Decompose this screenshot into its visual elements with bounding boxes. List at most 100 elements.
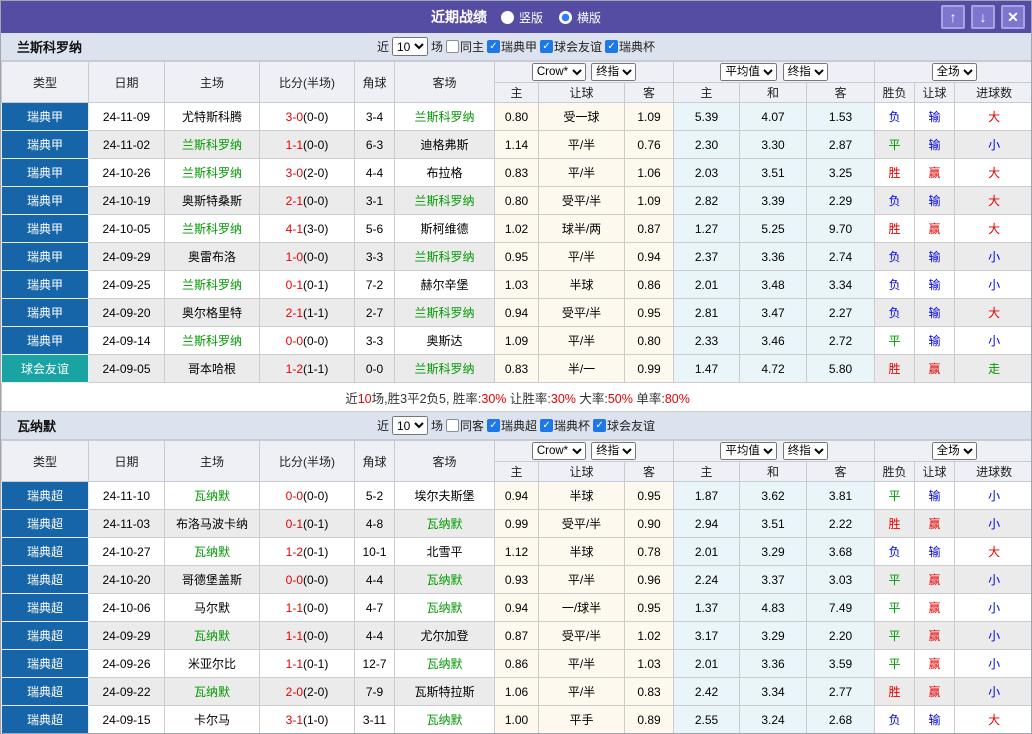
match-type-cell: 瑞典超 [2, 706, 89, 734]
match-row: 瑞典甲24-10-05兰斯科罗纳4-1(3-0)5-6斯柯维德1.02球半/两0… [2, 215, 1032, 243]
handicap-result-cell: 输 [915, 299, 955, 327]
col-avg-away: 客 [807, 83, 875, 103]
league-checkbox[interactable]: ✓球会友谊 [540, 38, 602, 55]
summary-stat-value: 30% [551, 392, 576, 406]
recent-results-panel: 近期战绩 竖版 横版 ↑ ↓ ✕ 兰斯科罗纳 近10场同主✓瑞典甲✓球会友谊✓瑞… [0, 0, 1032, 734]
col-avg-draw: 和 [740, 462, 807, 482]
odds-handicap-cell: 半球 [539, 482, 625, 510]
summary-stat-value: 10 [358, 392, 372, 406]
match-type-cell: 瑞典甲 [2, 299, 89, 327]
match-count-select[interactable]: 10 [392, 416, 428, 435]
match-row: 球会友谊24-09-05哥本哈根1-2(1-1)0-0兰斯科罗纳0.83半/一0… [2, 355, 1032, 383]
radio-unselected-icon[interactable] [501, 11, 514, 24]
handicap-result-cell: 输 [915, 131, 955, 159]
score-cell: 1-0(0-0) [260, 243, 355, 271]
odds-away-cell: 0.94 [625, 243, 674, 271]
checkbox-checked-icon[interactable]: ✓ [605, 40, 618, 53]
league-checkbox[interactable]: ✓球会友谊 [593, 417, 655, 434]
goals-result-cell: 小 [955, 271, 1032, 299]
odds-home-cell: 0.99 [495, 510, 539, 538]
avg-away-cell: 2.72 [807, 327, 875, 355]
checkbox-checked-icon[interactable]: ✓ [540, 40, 553, 53]
odds-home-cell: 0.94 [495, 299, 539, 327]
average-time-select[interactable]: 终指 [783, 442, 828, 460]
matches-label: 场 [431, 417, 443, 434]
away-team-cell: 斯柯维德 [395, 215, 495, 243]
away-team-cell: 埃尔夫斯堡 [395, 482, 495, 510]
away-team-cell: 兰斯科罗纳 [395, 103, 495, 131]
col-winlose: 胜负 [875, 462, 915, 482]
same-venue-checkbox[interactable]: 同主 [446, 38, 484, 55]
average-time-select[interactable]: 终指 [783, 63, 828, 81]
handicap-result-cell: 赢 [915, 355, 955, 383]
winlose-result-cell: 平 [875, 622, 915, 650]
half-score: (2-0) [303, 685, 328, 699]
checkbox-checked-icon[interactable]: ✓ [593, 419, 606, 432]
odds-time-select[interactable]: 终指 [591, 63, 636, 81]
league-checkbox[interactable]: ✓瑞典超 [487, 417, 537, 434]
avg-away-cell: 3.25 [807, 159, 875, 187]
corner-cell: 3-11 [355, 706, 395, 734]
corner-cell: 3-3 [355, 243, 395, 271]
scope-select[interactable]: 全场 [932, 63, 977, 81]
odds-time-select[interactable]: 终指 [591, 442, 636, 460]
odds-home-cell: 1.00 [495, 706, 539, 734]
col-away: 客场 [395, 62, 495, 103]
half-score: (0-0) [303, 629, 328, 643]
goals-result-cell: 小 [955, 327, 1032, 355]
odds-away-cell: 0.90 [625, 510, 674, 538]
league-checkbox[interactable]: ✓瑞典杯 [605, 38, 655, 55]
match-date-cell: 24-09-29 [89, 243, 165, 271]
avg-away-cell: 2.22 [807, 510, 875, 538]
match-date-cell: 24-10-06 [89, 594, 165, 622]
checkbox-checked-icon[interactable]: ✓ [540, 419, 553, 432]
avg-away-cell: 2.29 [807, 187, 875, 215]
average-select[interactable]: 平均值 [720, 442, 777, 460]
odds-away-cell: 0.99 [625, 355, 674, 383]
close-button[interactable]: ✕ [1001, 5, 1025, 29]
radio-horizontal-label: 横版 [577, 9, 601, 26]
corner-cell: 10-1 [355, 538, 395, 566]
col-avg-away: 客 [807, 462, 875, 482]
match-count-select[interactable]: 10 [392, 37, 428, 56]
league-checkbox[interactable]: ✓瑞典杯 [540, 417, 590, 434]
radio-vertical-layout[interactable]: 竖版 [501, 9, 543, 26]
avg-away-cell: 3.59 [807, 650, 875, 678]
corner-cell: 0-0 [355, 355, 395, 383]
radio-vertical-label: 竖版 [519, 9, 543, 26]
match-date-cell: 24-09-29 [89, 622, 165, 650]
avg-home-cell: 2.42 [674, 678, 740, 706]
same-venue-checkbox[interactable]: 同客 [446, 417, 484, 434]
avg-away-cell: 2.74 [807, 243, 875, 271]
handicap-result-cell: 输 [915, 706, 955, 734]
winlose-result-cell: 平 [875, 594, 915, 622]
corner-cell: 4-4 [355, 622, 395, 650]
checkbox-checked-icon[interactable]: ✓ [487, 40, 500, 53]
league-checkbox[interactable]: ✓瑞典甲 [487, 38, 537, 55]
move-up-button[interactable]: ↑ [941, 5, 965, 29]
winlose-result-cell: 负 [875, 271, 915, 299]
bookmaker-select[interactable]: Crow* [532, 63, 586, 81]
checkbox-unchecked-icon[interactable] [446, 419, 459, 432]
away-team-cell: 瓦纳默 [395, 650, 495, 678]
average-select[interactable]: 平均值 [720, 63, 777, 81]
goals-result-cell: 大 [955, 187, 1032, 215]
radio-selected-icon[interactable] [559, 11, 572, 24]
odds-home-cell: 1.09 [495, 327, 539, 355]
checkbox-checked-icon[interactable]: ✓ [487, 419, 500, 432]
league-label: 瑞典杯 [619, 38, 655, 55]
checkbox-unchecked-icon[interactable] [446, 40, 459, 53]
move-down-button[interactable]: ↓ [971, 5, 995, 29]
match-date-cell: 24-09-05 [89, 355, 165, 383]
odds-handicap-cell: 半球 [539, 271, 625, 299]
winlose-result-cell: 胜 [875, 215, 915, 243]
away-team-cell: 奥斯达 [395, 327, 495, 355]
goals-result-cell: 小 [955, 510, 1032, 538]
match-row: 瑞典甲24-11-09尤特斯科腾3-0(0-0)3-4兰斯科罗纳0.80受一球1… [2, 103, 1032, 131]
scope-select[interactable]: 全场 [932, 442, 977, 460]
match-date-cell: 24-10-05 [89, 215, 165, 243]
radio-horizontal-layout[interactable]: 横版 [559, 9, 601, 26]
odds-away-cell: 1.02 [625, 622, 674, 650]
bookmaker-select[interactable]: Crow* [532, 442, 586, 460]
goals-result-cell: 大 [955, 215, 1032, 243]
